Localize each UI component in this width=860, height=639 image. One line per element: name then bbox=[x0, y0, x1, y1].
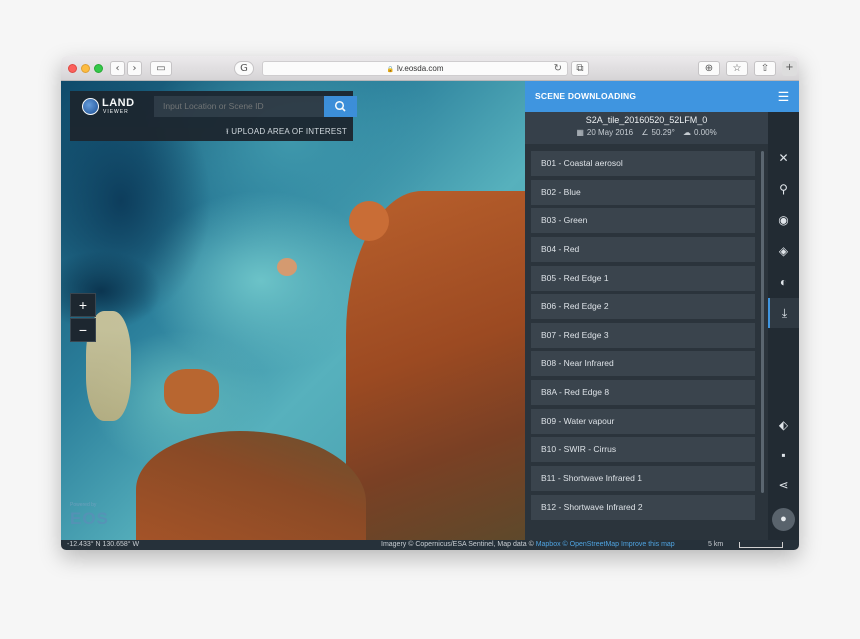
band-item[interactable]: B07 - Red Edge 3 bbox=[531, 322, 755, 348]
scene-download-panel: SCENE DOWNLOADING S2A_tile_20160520_52LF… bbox=[525, 81, 768, 540]
cloud-icon: ☁ bbox=[683, 128, 691, 137]
band-item[interactable]: B10 - SWIR - Cirrus bbox=[531, 437, 755, 463]
search-input[interactable] bbox=[154, 96, 324, 117]
eos-watermark: Powered by EOS bbox=[70, 502, 109, 529]
site-favicon-icon[interactable]: G bbox=[234, 61, 254, 76]
download-icon[interactable]: ⊕ bbox=[698, 61, 720, 76]
download-icon[interactable]: ⤓ bbox=[768, 298, 799, 328]
tags-icon[interactable]: ⬖ bbox=[768, 410, 799, 440]
fullscreen-window-button[interactable] bbox=[94, 64, 103, 73]
band-item[interactable]: B8A - Red Edge 8 bbox=[531, 380, 755, 406]
logo-subtext: VIEWER bbox=[103, 109, 129, 115]
band-item[interactable]: B08 - Near Infrared bbox=[531, 351, 755, 377]
band-item[interactable]: B01 - Coastal aerosol bbox=[531, 151, 755, 176]
eye-icon[interactable]: ◉ bbox=[768, 205, 799, 235]
credit-text: Imagery © Copernicus/ESA Sentinel, Map d… bbox=[381, 541, 534, 548]
scale-label: 5 km bbox=[708, 541, 724, 548]
landviewer-logo: LAND VIEWER bbox=[82, 96, 137, 118]
islet bbox=[277, 258, 297, 276]
headland bbox=[349, 201, 389, 241]
tool-rail: ☰ ✕ ⚲ ◉ ◈ ◐ ⤓ ⬖ ▪ ⋖ ● bbox=[768, 81, 799, 540]
lock-icon: 🔒 bbox=[386, 67, 394, 73]
band-item[interactable]: B05 - Red Edge 1 bbox=[531, 265, 755, 291]
search-button[interactable] bbox=[324, 96, 357, 117]
upload-aoi-link[interactable]: ⭱ UPLOAD AREA OF INTEREST bbox=[226, 126, 347, 140]
minimize-window-button[interactable] bbox=[81, 64, 90, 73]
band-list: B01 - Coastal aerosol B02 - Blue B03 - G… bbox=[531, 151, 755, 523]
band-item[interactable]: B02 - Blue bbox=[531, 179, 755, 205]
band-item[interactable]: B12 - Shortwave Infrared 2 bbox=[531, 494, 755, 520]
scale-bar bbox=[739, 542, 783, 548]
reload-icon[interactable]: ↻ bbox=[554, 62, 562, 75]
scene-date: 20 May 2016 bbox=[586, 128, 634, 137]
search-box-panel: LAND VIEWER ⭱ UPLOAD AREA OF INTEREST bbox=[70, 91, 357, 141]
band-item[interactable]: B09 - Water vapour bbox=[531, 408, 755, 434]
tabs-overview-icon[interactable]: ⧉ bbox=[571, 61, 589, 76]
search-icon bbox=[334, 100, 346, 112]
reader-icon[interactable]: ☆ bbox=[726, 61, 748, 76]
app-content: LAND VIEWER ⭱ UPLOAD AREA OF INTEREST + … bbox=[61, 81, 799, 550]
sidebar-toggle-icon[interactable]: ▭ bbox=[150, 61, 172, 76]
land-peninsula bbox=[346, 191, 525, 540]
url-text: lv.eosda.com bbox=[396, 64, 444, 73]
browser-window: ‹ › ▭ G 🔒lv.eosda.com ↻ ⧉ ⊕ ☆ ⇧ + LAND bbox=[61, 56, 799, 550]
calendar-icon: ▦ bbox=[576, 128, 584, 137]
globe-icon bbox=[82, 98, 99, 115]
logo-text: LAND bbox=[102, 97, 135, 109]
upload-label: UPLOAD AREA OF INTEREST bbox=[231, 127, 347, 136]
cursor-coords: -12.433° N 130.658° W bbox=[67, 541, 140, 548]
watermark-small: Powered by bbox=[70, 502, 97, 508]
land-south bbox=[136, 431, 366, 540]
band-item[interactable]: B11 - Shortwave Infrared 1 bbox=[531, 466, 755, 492]
chevron-left-icon[interactable]: ‹ bbox=[110, 61, 125, 76]
band-item[interactable]: B06 - Red Edge 2 bbox=[531, 294, 755, 320]
share-icon[interactable]: ⋖ bbox=[768, 470, 799, 500]
zoom-out-button[interactable]: − bbox=[70, 318, 96, 342]
browser-toolbar: ‹ › ▭ G 🔒 lv.eosda.com ↻ ⧉ ⊕ ☆ ⇧ + bbox=[61, 56, 799, 81]
satellite-map[interactable]: LAND VIEWER ⭱ UPLOAD AREA OF INTEREST + … bbox=[61, 81, 525, 540]
watermark-logo: EOS bbox=[70, 509, 109, 528]
close-window-button[interactable] bbox=[68, 64, 77, 73]
satellite-icon[interactable]: ✕ bbox=[768, 143, 799, 173]
share-icon[interactable]: ⇧ bbox=[754, 61, 776, 76]
zoom-in-button[interactable]: + bbox=[70, 293, 96, 317]
user-avatar[interactable]: ● bbox=[772, 508, 795, 531]
chat-icon[interactable]: ▪ bbox=[768, 440, 799, 470]
map-footer: -12.433° N 130.658° W Imagery © Copernic… bbox=[61, 540, 799, 550]
scene-name: S2A_tile_20160520_52LFM_0 bbox=[585, 115, 708, 125]
panel-scrollbar[interactable] bbox=[761, 151, 764, 493]
search-icon[interactable]: ⚲ bbox=[768, 174, 799, 204]
band-item[interactable]: B03 - Green bbox=[531, 208, 755, 234]
collapse-panel-icon[interactable]: ☰ bbox=[768, 81, 799, 112]
contrast-icon[interactable]: ◐ bbox=[768, 267, 799, 297]
map-credit: Imagery © Copernicus/ESA Sentinel, Map d… bbox=[381, 540, 675, 550]
band-item[interactable]: B04 - Red bbox=[531, 236, 755, 262]
sun-angle: 50.29° bbox=[651, 128, 675, 137]
layers-icon[interactable]: ◈ bbox=[768, 236, 799, 266]
cloud-cover: 0.00% bbox=[694, 128, 717, 137]
angle-icon: ∠ bbox=[641, 128, 649, 137]
address-bar[interactable]: 🔒 lv.eosda.com ↻ bbox=[262, 61, 568, 76]
scene-info: S2A_tile_20160520_52LFM_0 ▦ 20 May 2016 ∠… bbox=[525, 112, 768, 144]
island bbox=[164, 369, 219, 414]
new-tab-icon[interactable]: + bbox=[782, 61, 797, 76]
chevron-right-icon[interactable]: › bbox=[127, 61, 142, 76]
credit-links[interactable]: Mapbox © OpenStreetMap Improve this map bbox=[536, 541, 675, 548]
panel-title: SCENE DOWNLOADING bbox=[525, 81, 768, 112]
